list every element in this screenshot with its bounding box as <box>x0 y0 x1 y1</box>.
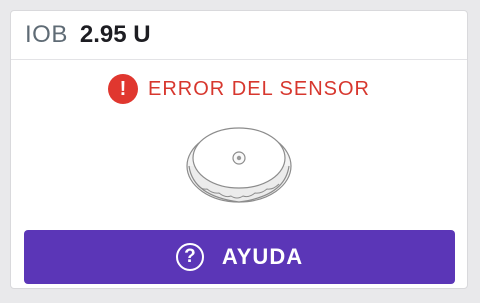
help-button[interactable]: ? AYUDA <box>24 230 455 284</box>
error-icon: ! <box>108 74 139 104</box>
iob-value: 2.95 U <box>79 21 151 48</box>
iob-header: IOB 2.95 U <box>11 11 467 60</box>
help-button-label: AYUDA <box>221 244 304 269</box>
sensor-error-text: ERROR DEL SENSOR <box>148 77 370 100</box>
sensor-device-icon <box>186 127 292 203</box>
sensor-error-status: ! ERROR DEL SENSOR <box>11 74 467 104</box>
iob-card: IOB 2.95 U ! ERROR DEL SENSOR ? AYUDA <box>10 10 468 289</box>
iob-label: IOB <box>25 21 68 48</box>
help-icon: ? <box>175 243 204 271</box>
